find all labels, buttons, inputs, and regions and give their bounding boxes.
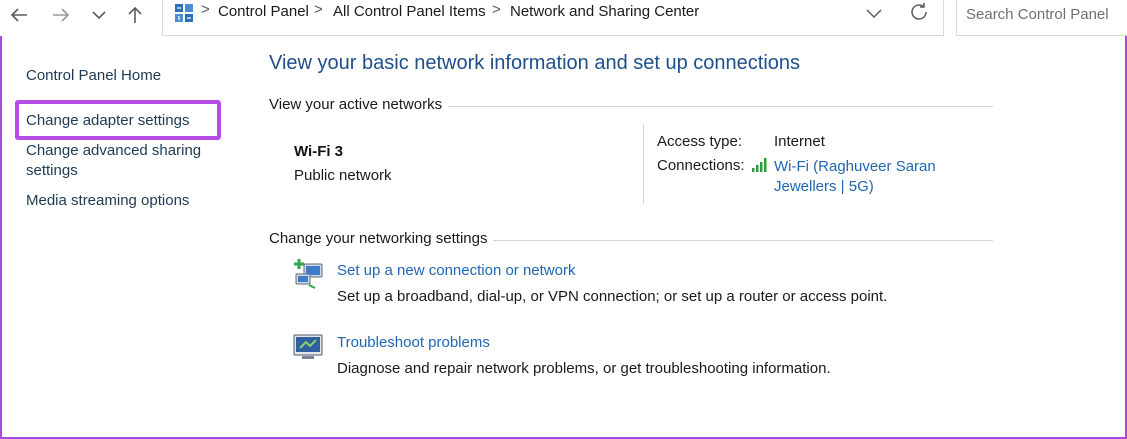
media-streaming-options-link[interactable]: Media streaming options [26,191,189,211]
breadcrumb-separator: > [201,1,210,18]
change-advanced-sharing-link[interactable]: Change advanced sharing settings [26,141,226,181]
troubleshoot-icon [293,334,323,359]
network-name: Wi-Fi 3 [294,143,344,160]
networking-settings-heading: Change your networking settings [269,230,494,247]
refresh-icon[interactable] [908,1,930,23]
set-up-connection-link[interactable]: Set up a new connection or network [337,262,575,279]
search-box[interactable]: Search Control Panel [956,0,1127,36]
recent-locations-button[interactable] [84,0,114,30]
forward-arrow-icon [53,8,70,22]
breadcrumb-separator: > [492,1,501,18]
chevron-down-icon [92,11,106,20]
troubleshoot-problems-link[interactable]: Troubleshoot problems [337,334,490,351]
up-arrow-icon [128,6,142,23]
connection-link[interactable]: Wi-Fi (Raghuveer Saran Jewellers | 5G) [774,157,999,197]
chevron-down-icon[interactable] [863,4,885,22]
back-arrow-icon [10,8,27,22]
breadcrumb-all-items[interactable]: All Control Panel Items [333,3,486,20]
connections-label: Connections: [657,157,745,174]
page-title: View your basic network information and … [269,52,801,74]
network-category-link[interactable]: Public network [294,167,392,184]
wifi-signal-icon [752,158,767,172]
new-connection-icon [294,259,323,289]
set-up-connection-description: Set up a broadband, dial-up, or VPN conn… [337,288,888,305]
breadcrumb-network-sharing[interactable]: Network and Sharing Center [510,3,699,20]
navigation-toolbar: > Control Panel > All Control Panel Item… [0,0,1127,36]
up-button[interactable] [120,0,150,30]
search-placeholder: Search Control Panel [966,6,1109,23]
control-panel-icon [175,4,193,22]
active-networks-heading: View your active networks [269,96,449,113]
control-panel-home-link[interactable]: Control Panel Home [26,66,161,86]
troubleshoot-description: Diagnose and repair network problems, or… [337,360,831,377]
breadcrumb-separator: > [314,1,323,18]
address-bar[interactable]: > Control Panel > All Control Panel Item… [162,0,944,36]
back-button[interactable] [4,0,34,30]
access-type-label: Access type: [657,133,743,150]
forward-button[interactable] [46,0,76,30]
breadcrumb-control-panel[interactable]: Control Panel [218,3,309,20]
access-type-value: Internet [774,133,825,150]
change-adapter-settings-link[interactable]: Change adapter settings [26,111,189,131]
divider [643,124,644,204]
